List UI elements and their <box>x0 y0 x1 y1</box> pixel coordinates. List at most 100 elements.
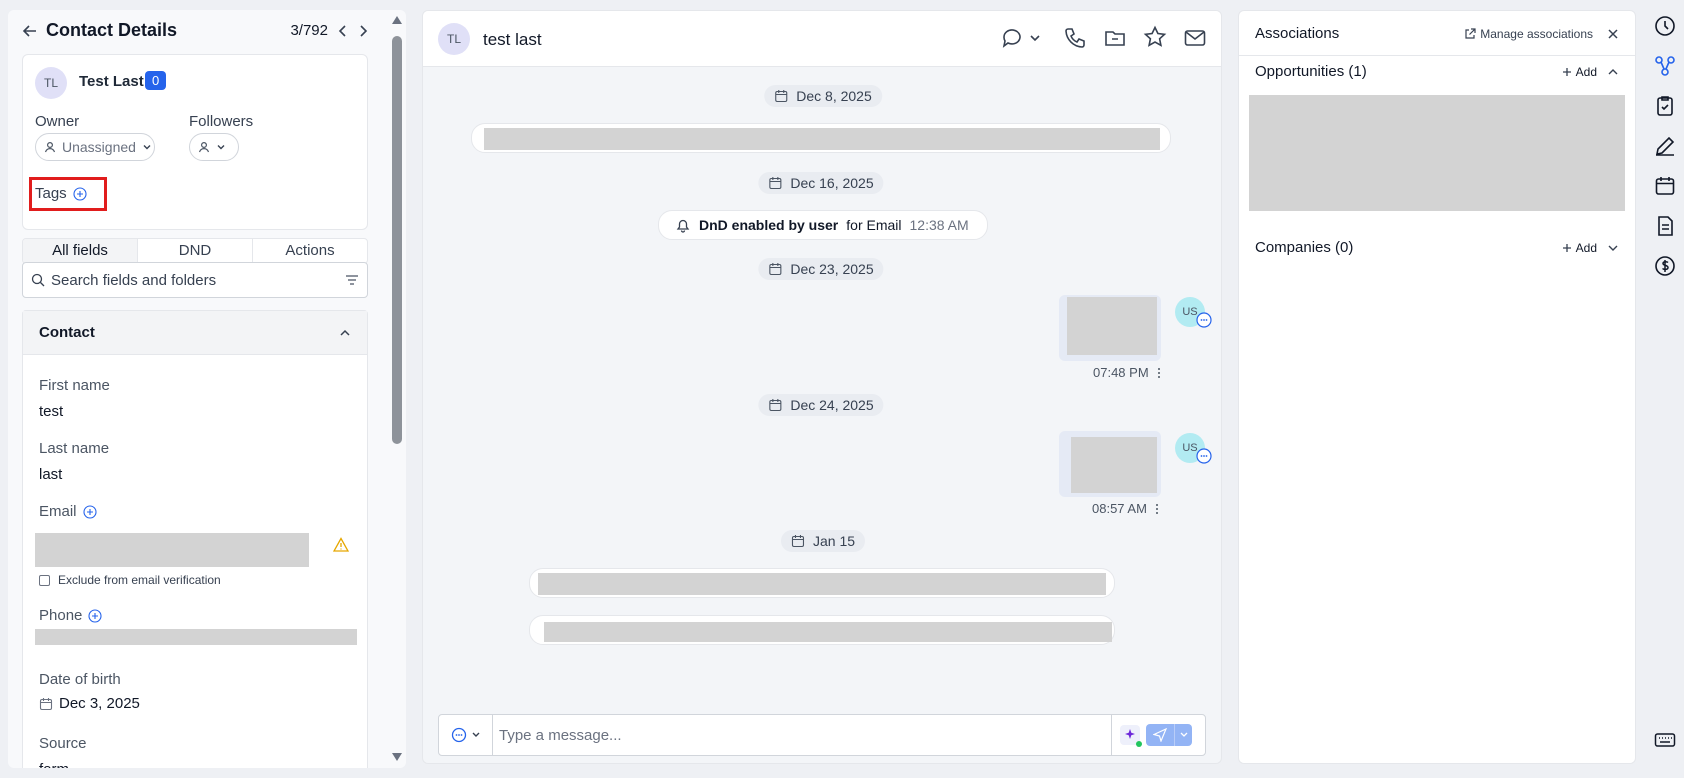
keyboard-icon[interactable] <box>1653 728 1677 752</box>
date-label: Jan 15 <box>812 533 856 549</box>
contact-section-header[interactable]: Contact <box>23 311 367 355</box>
owner-value: Unassigned <box>62 139 136 155</box>
dob-value-row[interactable]: Dec 3, 2025 <box>39 695 140 712</box>
first-name-value[interactable]: test <box>39 403 63 420</box>
warning-icon <box>333 537 349 553</box>
add-tag-icon[interactable] <box>73 186 87 201</box>
history-icon[interactable] <box>1653 14 1677 38</box>
phone-icon[interactable] <box>1063 26 1087 50</box>
add-email-icon[interactable] <box>82 504 97 519</box>
date-divider: Dec 16, 2025 <box>758 172 884 194</box>
pager-count: 3/792 <box>290 22 328 39</box>
plus-icon <box>1562 243 1572 253</box>
outgoing-message[interactable] <box>1059 295 1161 361</box>
email-label: Email <box>39 503 77 520</box>
add-label: Add <box>1575 64 1597 79</box>
notes-pen-icon[interactable] <box>1653 134 1677 158</box>
last-name-label: Last name <box>39 440 110 457</box>
message-bubble[interactable] <box>471 123 1171 153</box>
field-search <box>22 262 368 298</box>
channel-chat-icon[interactable] <box>999 25 1025 51</box>
user-icon <box>198 141 210 153</box>
contact-badge: 0 <box>145 71 167 90</box>
message-bubble[interactable] <box>529 615 1115 645</box>
owner-select[interactable]: Unassigned <box>35 133 155 161</box>
prev-contact-icon[interactable] <box>338 24 348 38</box>
outgoing-message[interactable] <box>1059 431 1161 497</box>
dob-label: Date of birth <box>39 671 121 688</box>
left-scrollbar[interactable] <box>388 10 406 768</box>
associations-title: Associations <box>1255 25 1340 42</box>
dnd-time: 12:38 AM <box>909 217 969 233</box>
redacted-content <box>1067 297 1157 355</box>
tasks-icon[interactable] <box>1653 94 1677 118</box>
tab-dnd[interactable]: DND <box>138 239 253 263</box>
add-opportunity-button[interactable]: Add <box>1562 65 1597 79</box>
ai-sparkle-icon[interactable] <box>1120 725 1142 747</box>
companies-row: Companies (0) Add <box>1255 239 1619 256</box>
back-arrow-icon[interactable] <box>22 23 38 39</box>
message-bubble[interactable] <box>529 568 1115 598</box>
tags-row: Tags <box>35 185 87 202</box>
channel-select[interactable] <box>439 715 493 755</box>
last-name-value[interactable]: last <box>39 466 62 483</box>
phone-redacted[interactable] <box>35 629 357 645</box>
calendar-icon <box>791 534 805 548</box>
dnd-event-pill: DnD enabled by user for Email 12:38 AM <box>658 210 988 240</box>
date-divider: Dec 23, 2025 <box>758 258 884 280</box>
exclude-checkbox[interactable] <box>39 574 50 586</box>
phone-label-row: Phone <box>39 607 102 624</box>
dnd-bold-text: DnD enabled by user <box>699 217 839 233</box>
search-input[interactable] <box>51 271 339 289</box>
associations-icon[interactable] <box>1653 54 1677 78</box>
date-divider: Jan 15 <box>780 530 866 552</box>
scroll-up-icon[interactable] <box>391 15 403 25</box>
message-time: 08:57 AM <box>1092 501 1159 516</box>
tab-all-fields[interactable]: All fields <box>23 239 138 263</box>
tab-actions[interactable]: Actions <box>253 239 367 263</box>
dob-value: Dec 3, 2025 <box>59 695 140 712</box>
star-icon[interactable] <box>1143 25 1167 49</box>
bell-icon <box>675 217 691 233</box>
opportunity-card-redacted[interactable] <box>1249 95 1625 211</box>
chevron-down-icon[interactable] <box>1029 33 1041 43</box>
more-vertical-icon[interactable] <box>1155 503 1159 515</box>
chevron-up-icon[interactable] <box>339 327 351 339</box>
source-value[interactable]: form <box>39 761 69 768</box>
chevron-down-icon <box>142 142 152 152</box>
redacted-content <box>484 128 1160 150</box>
phone-label: Phone <box>39 607 83 624</box>
exclude-verification-row: Exclude from email verification <box>39 573 221 587</box>
field-tabs: All fields DND Actions <box>22 238 368 264</box>
chevron-up-icon[interactable] <box>1607 67 1619 77</box>
email-redacted[interactable] <box>35 533 309 567</box>
manage-associations-link[interactable]: Manage associations <box>1464 27 1593 41</box>
payments-dollar-icon[interactable] <box>1653 254 1677 278</box>
message-input[interactable] <box>493 726 1111 744</box>
add-company-button[interactable]: Add <box>1562 241 1597 255</box>
time-text: 07:48 PM <box>1093 365 1149 380</box>
filter-icon[interactable] <box>345 274 359 286</box>
followers-select[interactable] <box>189 133 239 161</box>
folder-icon[interactable] <box>1103 26 1127 50</box>
close-icon[interactable] <box>1607 28 1619 40</box>
document-icon[interactable] <box>1653 214 1677 238</box>
redacted-content <box>538 573 1106 595</box>
date-label: Dec 24, 2025 <box>790 397 874 413</box>
send-button[interactable] <box>1146 724 1192 746</box>
chevron-down-icon <box>471 731 481 739</box>
next-contact-icon[interactable] <box>358 24 368 38</box>
redacted-content <box>544 622 1112 642</box>
chevron-down-icon[interactable] <box>1174 724 1192 746</box>
calendar-icon[interactable] <box>1653 174 1677 198</box>
scroll-thumb[interactable] <box>392 36 402 444</box>
chat-badge-icon <box>1196 312 1212 328</box>
mail-icon[interactable] <box>1183 26 1207 50</box>
calendar-icon <box>768 176 782 190</box>
add-phone-icon[interactable] <box>88 608 102 623</box>
more-vertical-icon[interactable] <box>1157 367 1161 379</box>
chevron-down-icon[interactable] <box>1607 243 1619 253</box>
companies-label: Companies (0) <box>1255 239 1354 256</box>
user-icon <box>44 141 56 153</box>
scroll-down-icon[interactable] <box>391 752 403 762</box>
